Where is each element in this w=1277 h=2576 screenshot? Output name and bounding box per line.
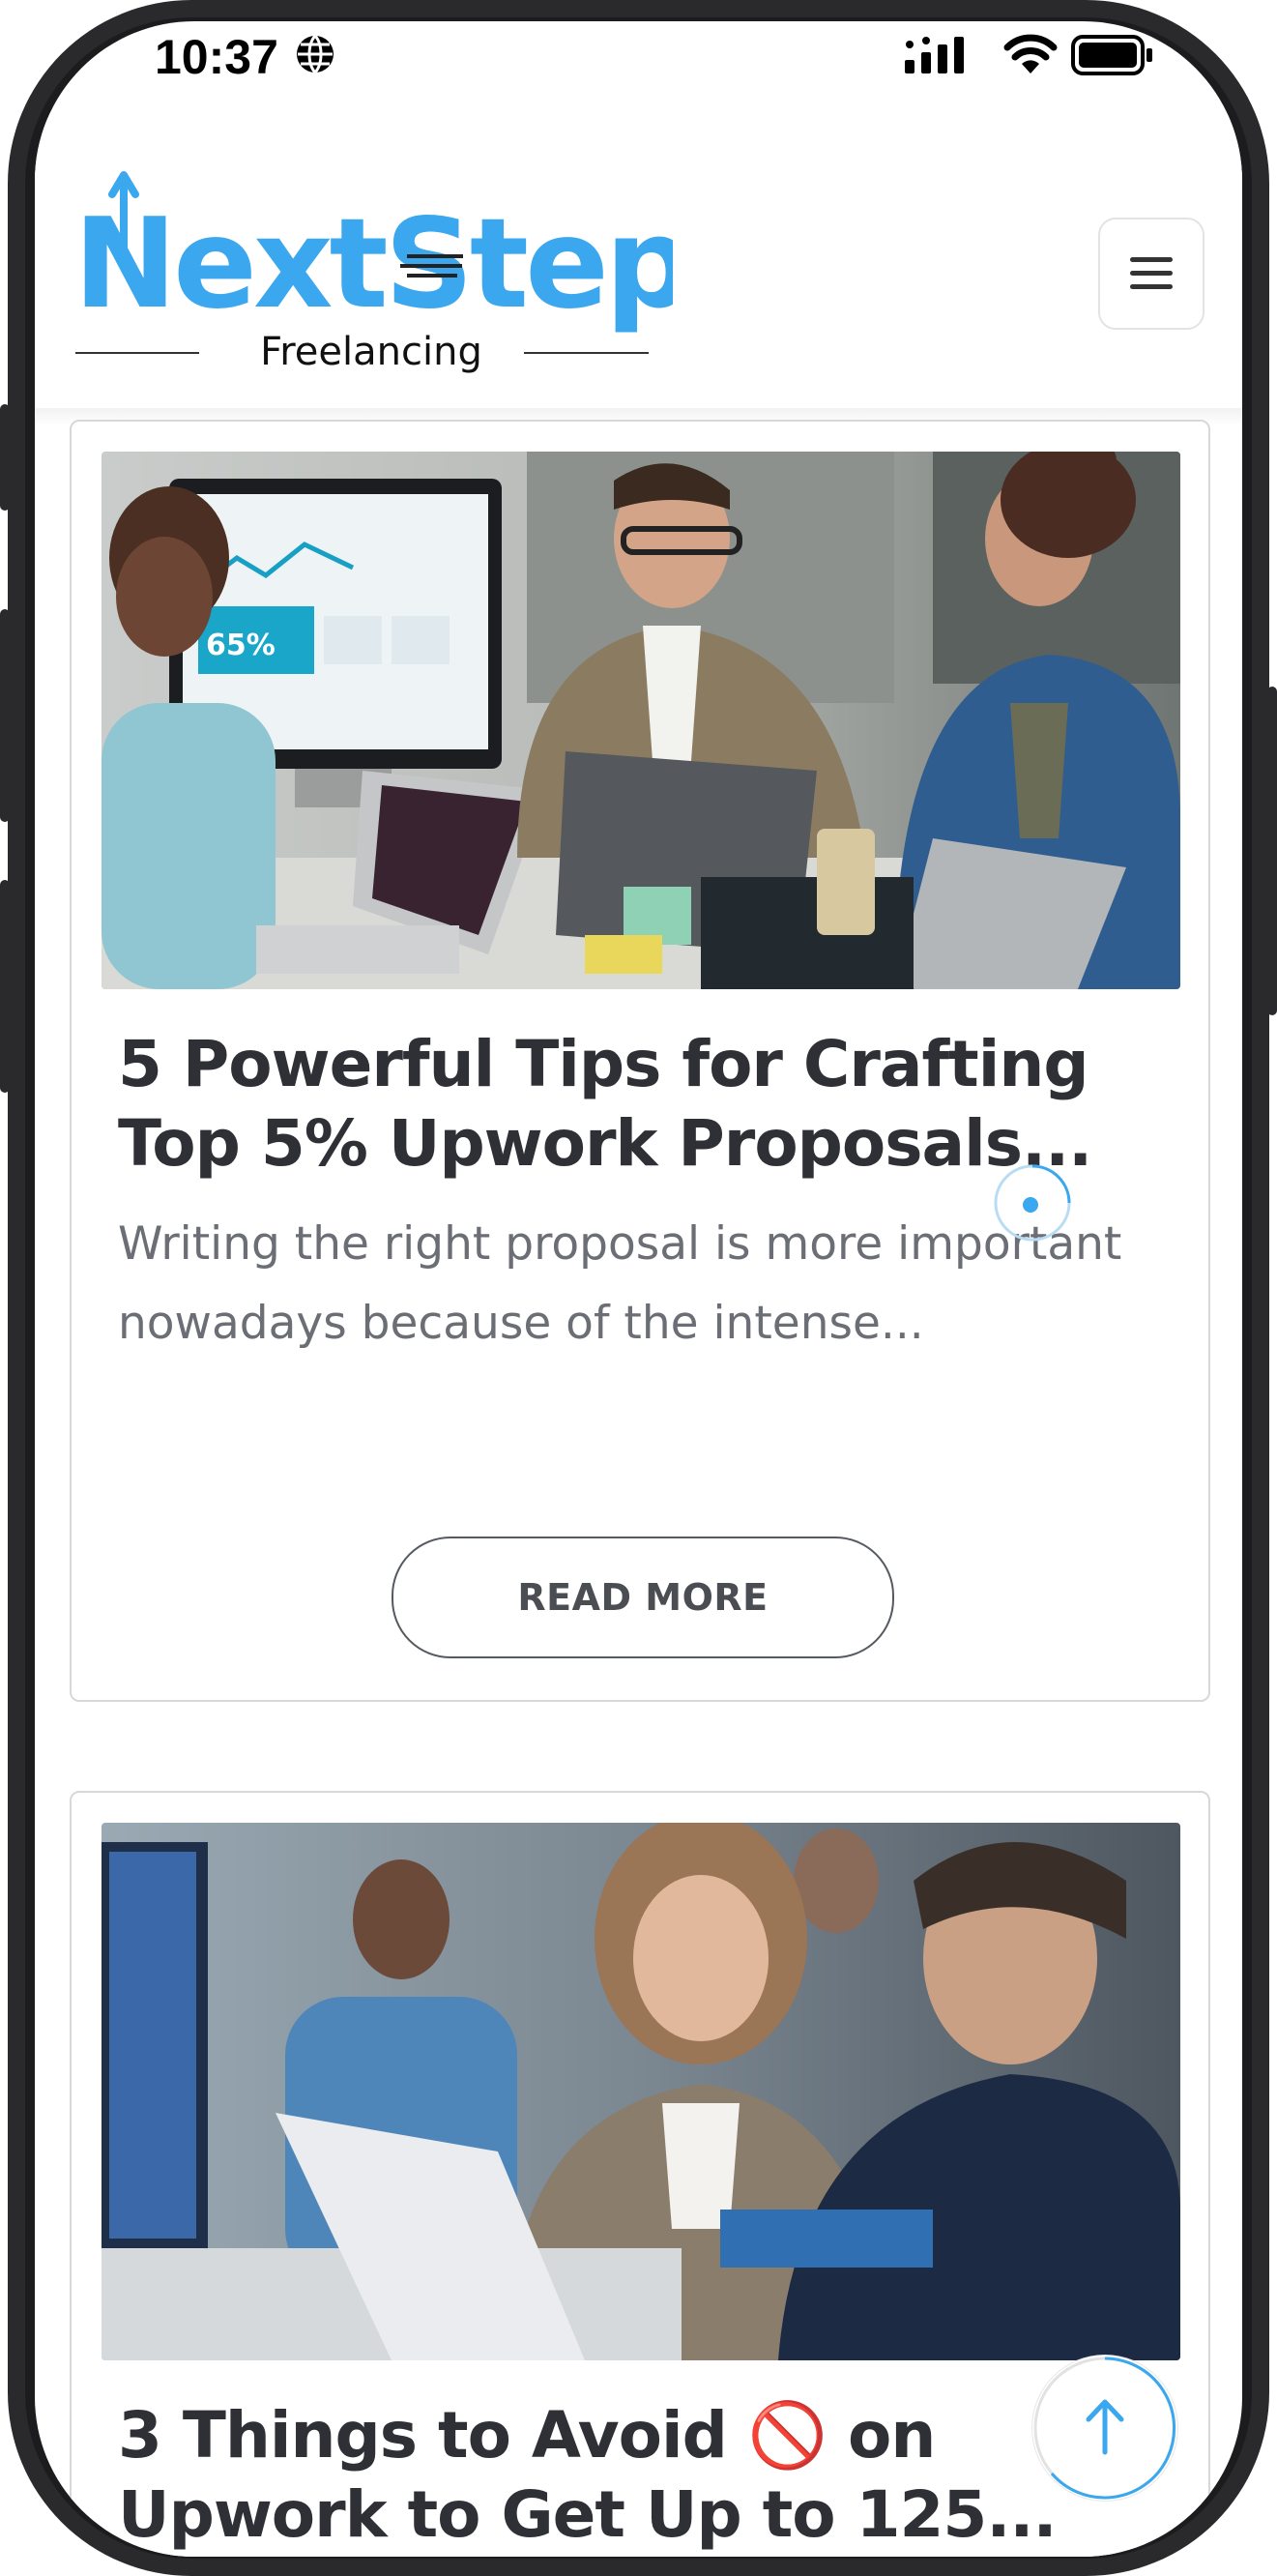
team-meeting-photo: 65% <box>102 452 1180 989</box>
globe-icon <box>297 35 334 73</box>
side-button <box>0 404 10 511</box>
loading-spinner-icon <box>994 1164 1071 1242</box>
menu-button[interactable] <box>1098 218 1204 330</box>
wifi-icon <box>1003 34 1058 73</box>
hamburger-icon <box>1130 257 1173 290</box>
status-time: 10:37 <box>155 30 278 84</box>
business-meeting-photo <box>102 1823 1180 2360</box>
post-excerpt: Writing the right proposal is more impor… <box>118 1217 1122 1350</box>
post-title[interactable]: 5 Powerful Tips for Crafting Top 5% Upwo… <box>118 1025 1162 1184</box>
scroll-to-top-button[interactable] <box>1032 2356 1177 2501</box>
cellular-signal-icon <box>905 37 964 73</box>
power-button <box>1267 687 1277 1015</box>
read-more-button[interactable]: READ MORE <box>392 1537 894 1658</box>
svg-text:65%: 65% <box>206 629 276 662</box>
screen: 10:37 NextStep Freelancing 65% 5 Powerfu… <box>35 21 1242 2557</box>
post-image[interactable] <box>102 1823 1180 2360</box>
post-title[interactable]: 3 Things to Avoid 🚫 on Upwork to Get Up … <box>118 2396 1162 2555</box>
volume-down-button <box>0 880 10 1093</box>
nextstep-logo[interactable]: NextStep Freelancing <box>73 161 673 374</box>
svg-text:Freelancing: Freelancing <box>260 330 482 374</box>
site-header: NextStep Freelancing <box>35 113 1242 408</box>
post-image[interactable]: 65% <box>102 452 1180 989</box>
arrow-up-icon <box>1033 2356 1176 2500</box>
battery-icon <box>1071 35 1152 75</box>
svg-text:NextStep: NextStep <box>73 192 673 337</box>
volume-up-button <box>0 609 10 822</box>
status-bar: 10:37 <box>35 21 1242 113</box>
post-card: 65% 5 Powerful Tips for Crafting Top 5% … <box>70 420 1210 1702</box>
